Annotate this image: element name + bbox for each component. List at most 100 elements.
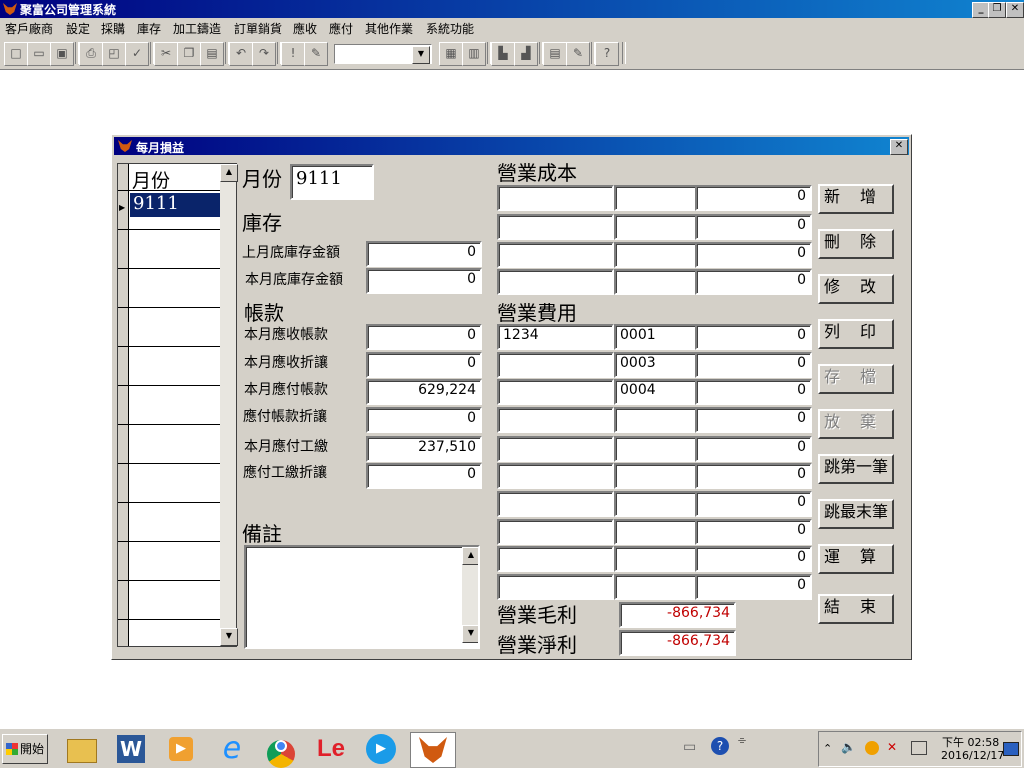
print-preview-icon[interactable]: ◰ <box>102 42 126 66</box>
menu-settings[interactable]: 設定 <box>66 20 90 37</box>
expense-code-field[interactable] <box>497 491 614 517</box>
gross-profit-field[interactable]: -866,734 <box>619 602 736 628</box>
print-button[interactable]: 列 印 <box>818 319 894 349</box>
expense-code-field[interactable] <box>497 519 614 545</box>
toolbar-combo[interactable]: ▼ <box>334 44 432 64</box>
cost-amount-field[interactable]: 0 <box>695 269 812 295</box>
expense-item-field[interactable] <box>614 407 698 433</box>
save-icon[interactable]: ▣ <box>50 42 74 66</box>
exit-button[interactable]: 結 束 <box>818 594 894 624</box>
cost-code-field[interactable] <box>497 185 614 211</box>
print-icon[interactable]: ⎙ <box>79 42 103 66</box>
month-grid[interactable]: 月份 ▶ 9111 <box>117 163 237 647</box>
cost-amount-field[interactable]: 0 <box>695 214 812 240</box>
expense-item-field[interactable]: 0004 <box>614 379 698 405</box>
expense-item-field[interactable] <box>614 546 698 572</box>
prev-month-inventory-field[interactable]: 0 <box>366 241 482 267</box>
le-app-icon[interactable]: Le <box>314 732 348 766</box>
redo-icon[interactable]: ↷ <box>252 42 276 66</box>
save-button[interactable]: 存 檔 <box>818 364 894 394</box>
clock-date[interactable]: 2016/12/17 <box>941 749 1004 762</box>
media-player-icon[interactable]: ▶ <box>164 732 198 766</box>
exclamation-icon[interactable]: ! <box>281 42 305 66</box>
scroll-down-icon[interactable]: ▼ <box>220 628 238 646</box>
calculate-button[interactable]: 運 算 <box>818 544 894 574</box>
receivable-field[interactable]: 0 <box>366 324 482 350</box>
payable-discount-field[interactable]: 0 <box>366 407 482 433</box>
expense-item-field[interactable] <box>614 491 698 517</box>
cost-code-field[interactable] <box>497 214 614 240</box>
form-icon[interactable]: ▦ <box>439 42 463 66</box>
scroll-up-icon[interactable]: ▲ <box>462 547 478 565</box>
month-input[interactable]: 9111 <box>290 164 374 200</box>
help-icon[interactable]: ? <box>711 737 729 755</box>
start-button[interactable]: 開始 <box>2 734 48 764</box>
expense-code-field[interactable] <box>497 574 614 600</box>
delete-button[interactable]: 刪 除 <box>818 229 894 259</box>
close-icon[interactable]: ✕ <box>890 139 908 155</box>
expense-amount-field[interactable]: 0 <box>695 463 812 489</box>
avast-icon[interactable] <box>865 741 879 755</box>
keyboard-icon[interactable]: ▭ <box>683 739 696 755</box>
table-row[interactable] <box>118 464 236 503</box>
table-row[interactable] <box>118 581 236 620</box>
table-icon[interactable]: ▤ <box>543 42 567 66</box>
expense-item-field[interactable]: 0003 <box>614 352 698 378</box>
new-file-icon[interactable]: □ <box>4 42 28 66</box>
add-button[interactable]: 新 增 <box>818 184 894 214</box>
chrome-icon[interactable] <box>264 732 298 768</box>
grid-scrollbar[interactable]: ▲ ▼ <box>220 164 238 646</box>
clock-time[interactable]: 下午 02:58 <box>942 734 999 750</box>
table-row[interactable]: ▶ 9111 <box>118 191 236 230</box>
table-row[interactable] <box>118 503 236 542</box>
expense-amount-field[interactable]: 0 <box>695 352 812 378</box>
video-player-icon[interactable]: ▶ <box>364 732 398 766</box>
expense-item-field[interactable]: 0001 <box>614 324 698 350</box>
remarks-scrollbar[interactable]: ▲ ▼ <box>462 547 478 643</box>
table-row[interactable] <box>118 386 236 425</box>
restore-icon[interactable]: ❐ <box>988 2 1006 18</box>
help-icon[interactable]: ? <box>595 42 619 66</box>
menu-processing[interactable]: 加工鑄造 <box>173 20 221 37</box>
net-profit-field[interactable]: -866,734 <box>619 630 736 656</box>
table-row[interactable] <box>118 542 236 581</box>
expense-amount-field[interactable]: 0 <box>695 436 812 462</box>
open-folder-icon[interactable]: ▭ <box>27 42 51 66</box>
expense-code-field[interactable] <box>497 546 614 572</box>
menu-inventory[interactable]: 庫存 <box>137 20 161 37</box>
remarks-textarea[interactable]: ▲ ▼ <box>244 545 480 649</box>
show-desktop-icon[interactable] <box>1003 742 1019 756</box>
file-explorer-icon[interactable] <box>64 732 98 766</box>
table-row[interactable] <box>118 425 236 464</box>
table-row[interactable] <box>118 230 236 269</box>
expense-amount-field[interactable]: 0 <box>695 379 812 405</box>
cost-item-field[interactable] <box>614 214 698 240</box>
spell-check-icon[interactable]: ✓ <box>125 42 149 66</box>
word-icon[interactable]: W <box>114 732 148 766</box>
edit-table-icon[interactable]: ✎ <box>566 42 590 66</box>
expense-amount-field[interactable]: 0 <box>695 324 812 350</box>
expense-code-field[interactable] <box>497 352 614 378</box>
close-icon[interactable]: ✕ <box>1006 2 1024 18</box>
expense-code-field[interactable] <box>497 407 614 433</box>
menu-other-operations[interactable]: 其他作業 <box>365 20 413 37</box>
cost-item-field[interactable] <box>614 269 698 295</box>
display-icon[interactable] <box>911 741 927 755</box>
receivable-discount-field[interactable]: 0 <box>366 352 482 378</box>
network-warning-icon[interactable]: ✕ <box>887 740 897 754</box>
labor-discount-field[interactable]: 0 <box>366 463 482 489</box>
undo-icon[interactable]: ↶ <box>229 42 253 66</box>
table-row[interactable] <box>118 308 236 347</box>
expense-amount-field[interactable]: 0 <box>695 546 812 572</box>
this-month-inventory-field[interactable]: 0 <box>366 268 482 294</box>
cost-item-field[interactable] <box>614 185 698 211</box>
ime-options-icon[interactable]: ⌯ <box>738 735 746 746</box>
expense-amount-field[interactable]: 0 <box>695 491 812 517</box>
cut-icon[interactable]: ✂ <box>154 42 178 66</box>
volume-icon[interactable]: 🔈 <box>841 740 856 754</box>
expense-item-field[interactable] <box>614 463 698 489</box>
paste-icon[interactable]: ▤ <box>200 42 224 66</box>
edit-button[interactable]: 修 改 <box>818 274 894 304</box>
expense-amount-field[interactable]: 0 <box>695 407 812 433</box>
menu-purchasing[interactable]: 採購 <box>101 20 125 37</box>
